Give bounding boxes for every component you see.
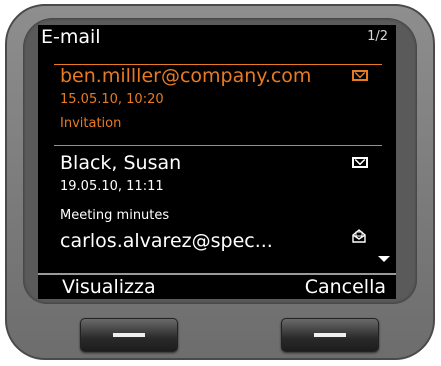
page-indicator: 1/2 bbox=[367, 29, 388, 44]
email-list-item-2[interactable]: Black, Susan 19.05.10, 11:11 Meeting min… bbox=[38, 145, 396, 223]
page-title: E-mail bbox=[41, 26, 101, 48]
title-bar: E-mail 1/2 bbox=[38, 25, 396, 49]
dash-icon bbox=[314, 333, 346, 337]
email-date: 19.05.10, 11:11 bbox=[60, 179, 164, 194]
email-sender: Black, Susan bbox=[60, 152, 182, 174]
right-softkey-button[interactable] bbox=[281, 318, 379, 352]
scroll-down-arrow-icon bbox=[378, 256, 390, 262]
email-subject: Invitation bbox=[60, 116, 122, 131]
email-sender: ben.milller@company.com bbox=[60, 65, 312, 87]
softkey-delete[interactable]: Cancella bbox=[305, 276, 386, 298]
email-subject: Meeting minutes bbox=[60, 208, 170, 223]
open-mail-icon bbox=[352, 229, 366, 243]
dash-icon bbox=[113, 333, 145, 337]
email-sender: carlos.alvarez@spec... bbox=[60, 230, 273, 252]
email-list-item-3[interactable]: carlos.alvarez@spec... bbox=[38, 223, 396, 273]
selection-divider-top bbox=[54, 64, 382, 65]
softkey-view[interactable]: Visualizza bbox=[62, 276, 156, 298]
left-softkey-button[interactable] bbox=[80, 318, 178, 352]
display-screen: E-mail 1/2 ben.milller@company.com 15.05… bbox=[38, 25, 396, 299]
mail-icon bbox=[352, 70, 368, 81]
email-date: 15.05.10, 10:20 bbox=[60, 92, 164, 107]
mail-icon bbox=[352, 157, 368, 168]
softkey-bar: Visualizza Cancella bbox=[38, 273, 396, 299]
